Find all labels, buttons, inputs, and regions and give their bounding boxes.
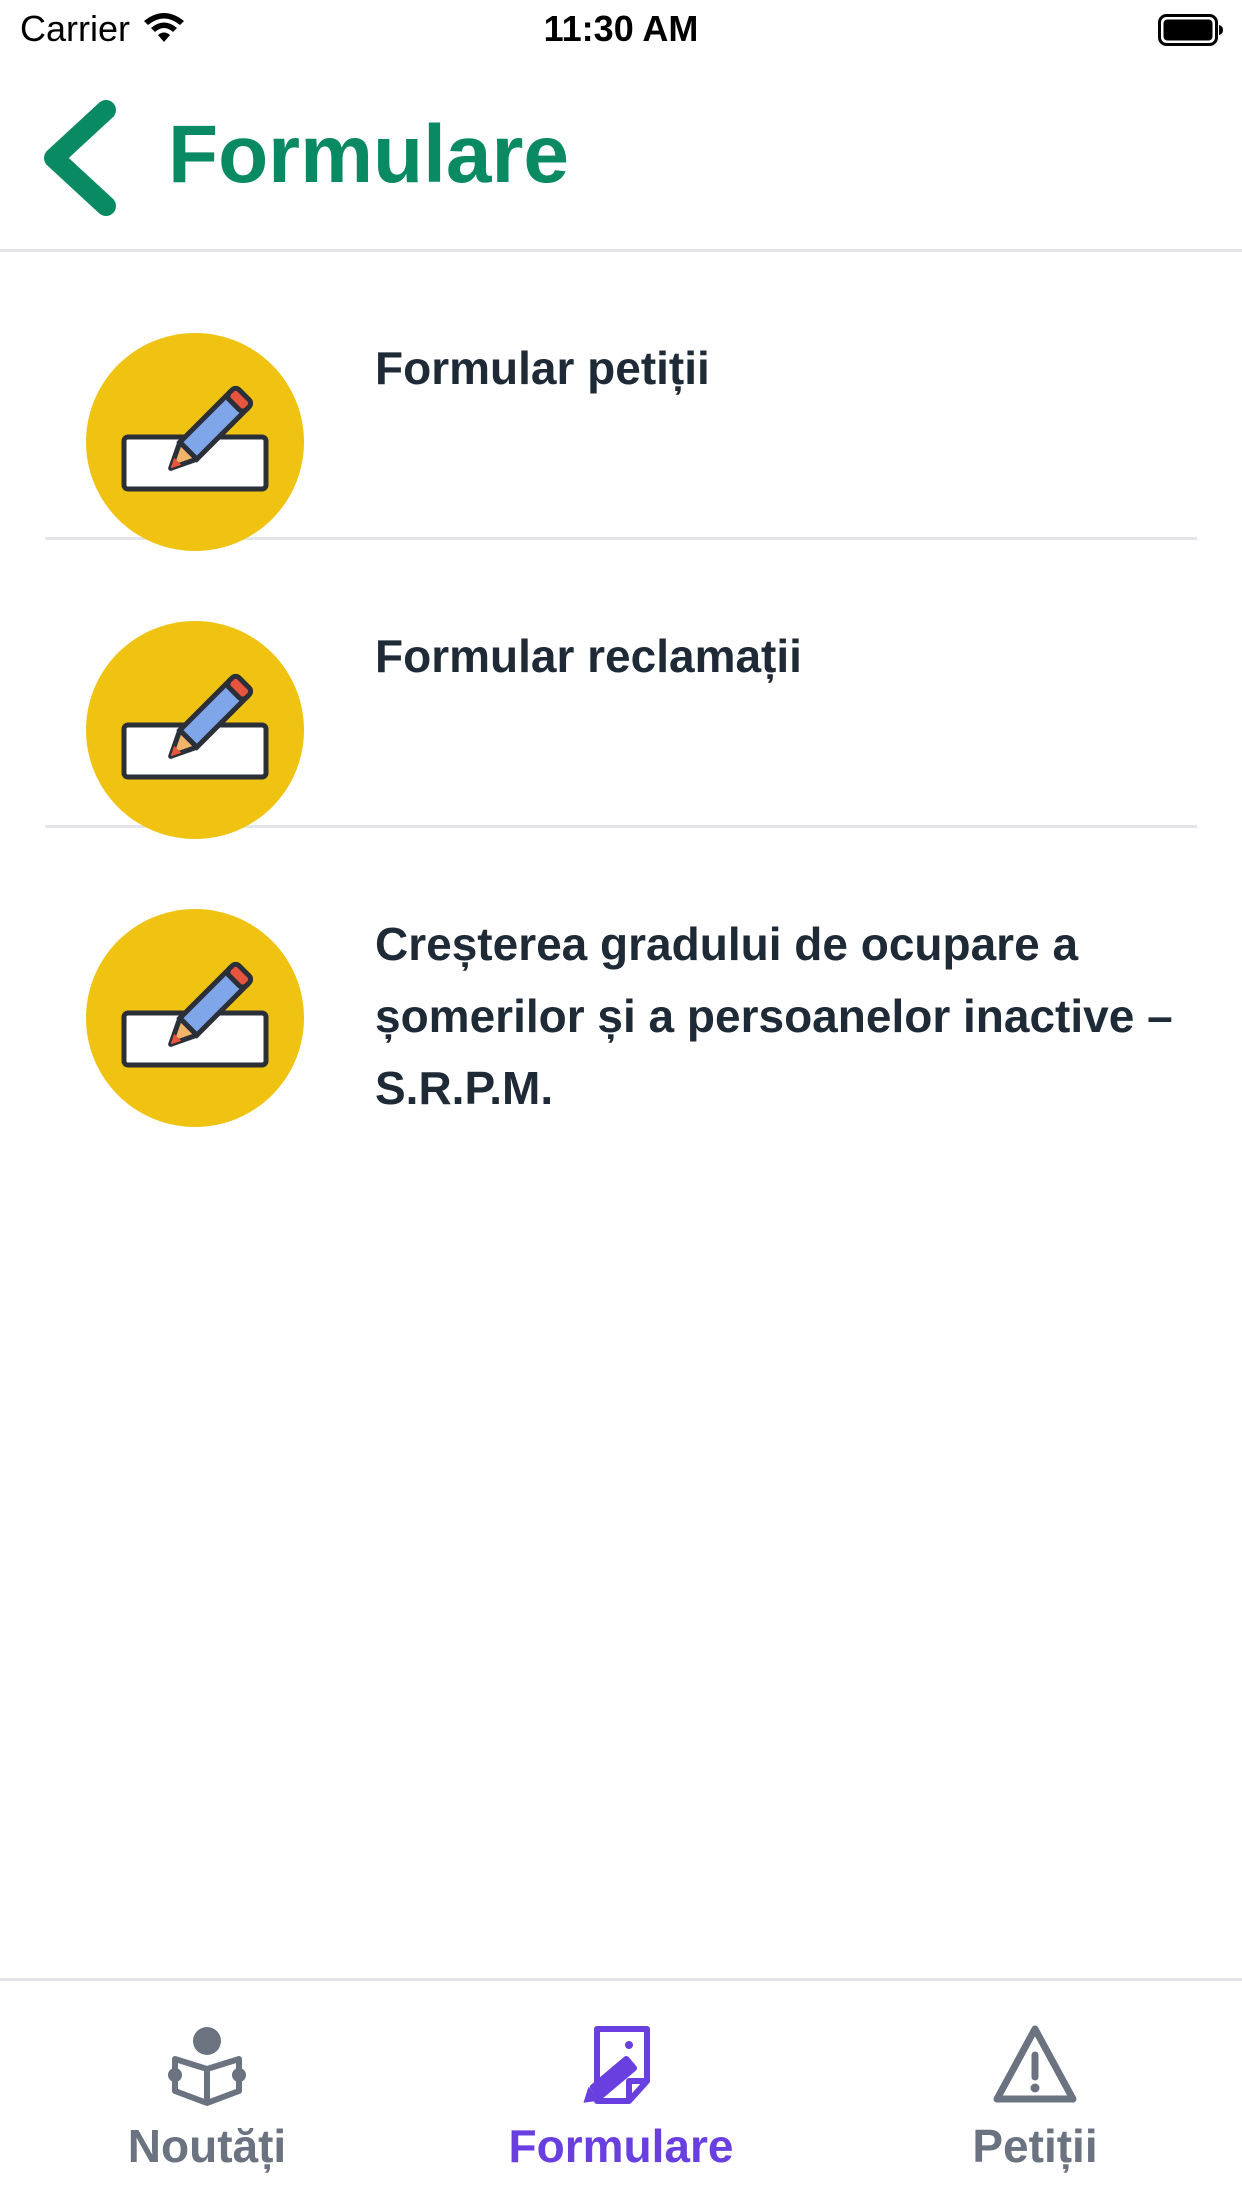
news-reader-icon [168, 2027, 246, 2106]
edit-form-icon [86, 621, 304, 839]
form-pen-icon [583, 2026, 650, 2104]
list-item-formular-reclamatii[interactable]: Formular reclamații [45, 540, 1197, 839]
form-label: Formular reclamații [375, 630, 802, 682]
back-button[interactable] [36, 100, 126, 216]
page-title: Formulare [168, 109, 569, 200]
form-label: Creșterea gradului de ocupare a șomerilo… [375, 918, 1173, 1114]
form-list: Formular petiții Formular reclamații Cre… [0, 252, 1242, 1127]
form-label: Formular petiții [375, 342, 710, 394]
tab-label: Noutăți [127, 2120, 287, 2172]
chevron-left-icon [44, 100, 116, 216]
edit-form-icon [86, 909, 304, 1127]
battery-icon [1158, 14, 1223, 46]
status-time: 11:30 AM [543, 8, 699, 49]
status-bar: Carrier 11:30 AM [0, 0, 1242, 62]
tab-label: Formulare [508, 2120, 734, 2172]
tab-petitii[interactable]: Petiții [828, 1981, 1242, 2208]
list-item-formular-petitii[interactable]: Formular petiții [45, 252, 1197, 551]
nav-header: Formulare [0, 62, 1242, 252]
edit-form-icon [86, 333, 304, 551]
list-item-srpm[interactable]: Creșterea gradului de ocupare a șomerilo… [45, 828, 1197, 1127]
warning-triangle-icon [993, 2025, 1077, 2103]
tab-noutati[interactable]: Noutăți [0, 1981, 414, 2208]
tab-bar: Noutăți Formulare Petiții [0, 1978, 1242, 2208]
tab-label: Petiții [972, 2120, 1098, 2172]
tab-formulare[interactable]: Formulare [414, 1981, 828, 2208]
